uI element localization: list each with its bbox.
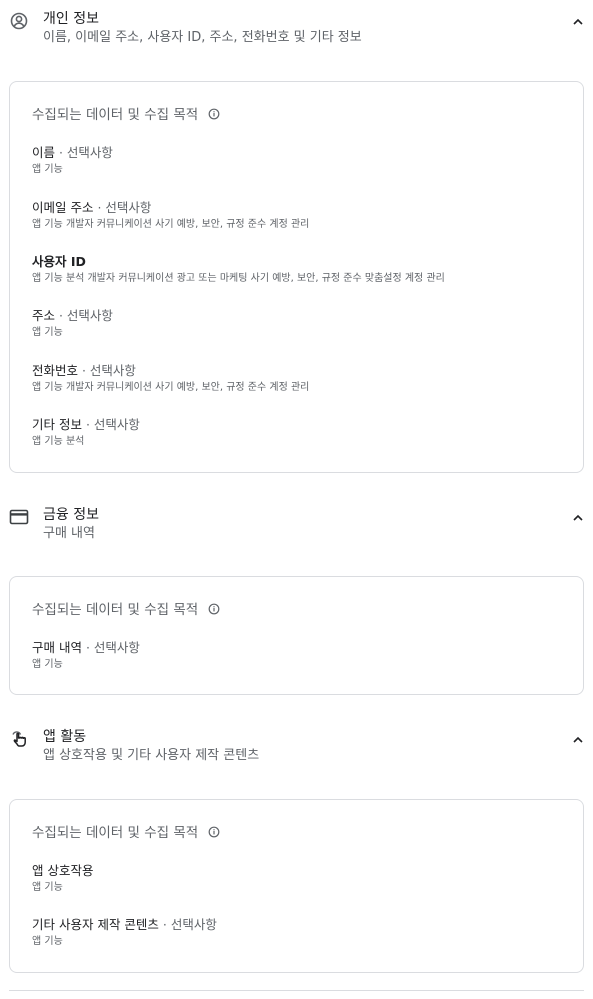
data-item-phone: 전화번호 · 선택사항 앱 기능 개발자 커뮤니케이션 사기 예방, 보안, 규… (32, 362, 572, 396)
section-header-financial-info[interactable]: 금융 정보 구매 내역 (0, 505, 593, 553)
item-purposes: 앱 기능 (32, 327, 63, 338)
info-icon[interactable] (208, 824, 220, 838)
item-purposes: 앱 기능 (32, 936, 63, 947)
data-item-other-user-content: 기타 사용자 제작 콘텐츠 · 선택사항 앱 기능 (32, 916, 572, 950)
info-icon[interactable] (208, 106, 220, 120)
divider (9, 990, 584, 991)
section-subtitle: 앱 상호작용 및 기타 사용자 제작 콘텐츠 (43, 748, 260, 763)
touch-app-icon (9, 729, 29, 749)
section-header-personal-info[interactable]: 개인 정보 이름, 이메일 주소, 사용자 ID, 주소, 전화번호 및 기타 … (0, 9, 593, 57)
chevron-up-icon[interactable] (569, 13, 587, 31)
section-title: 앱 활동 (43, 729, 87, 745)
data-item-other-info: 기타 정보 · 선택사항 앱 기능 분석 (32, 416, 572, 450)
data-collected-card-personal-info: 수집되는 데이터 및 수집 목적 이름 · 선택사항 앱 기능 이메일 주소 ·… (9, 81, 584, 473)
item-purposes: 앱 기능 (32, 164, 63, 175)
section-subtitle: 구매 내역 (43, 526, 95, 541)
data-item-address: 주소 · 선택사항 앱 기능 (32, 307, 572, 341)
chevron-up-icon[interactable] (569, 509, 587, 527)
section-title: 금융 정보 (43, 507, 99, 523)
credit-card-icon (9, 507, 29, 527)
item-purposes: 앱 기능 분석 개발자 커뮤니케이션 광고 또는 마케팅 사기 예방, 보안, … (32, 273, 445, 284)
data-collected-card-app-activity: 수집되는 데이터 및 수집 목적 앱 상호작용 앱 기능 기타 사용자 제작 콘… (9, 799, 584, 973)
card-heading: 수집되는 데이터 및 수집 목적 (32, 823, 220, 843)
item-purposes: 앱 기능 (32, 659, 63, 670)
data-item-app-interactions: 앱 상호작용 앱 기능 (32, 862, 572, 896)
data-item-name: 이름 · 선택사항 앱 기능 (32, 144, 572, 178)
item-purposes: 앱 기능 (32, 882, 63, 893)
info-icon[interactable] (208, 601, 220, 615)
data-collected-card-financial-info: 수집되는 데이터 및 수집 목적 구매 내역 · 선택사항 앱 기능 (9, 576, 584, 695)
item-purposes: 앱 기능 개발자 커뮤니케이션 사기 예방, 보안, 규정 준수 계정 관리 (32, 219, 310, 230)
item-purposes: 앱 기능 개발자 커뮤니케이션 사기 예방, 보안, 규정 준수 계정 관리 (32, 382, 310, 393)
card-heading: 수집되는 데이터 및 수집 목적 (32, 105, 220, 125)
section-header-app-activity[interactable]: 앱 활동 앱 상호작용 및 기타 사용자 제작 콘텐츠 (0, 727, 593, 775)
card-heading: 수집되는 데이터 및 수집 목적 (32, 600, 220, 620)
section-title: 개인 정보 (43, 11, 99, 27)
item-purposes: 앱 기능 분석 (32, 436, 85, 447)
account-circle-icon (9, 11, 29, 31)
section-subtitle: 이름, 이메일 주소, 사용자 ID, 주소, 전화번호 및 기타 정보 (43, 30, 362, 45)
data-item-purchase-history: 구매 내역 · 선택사항 앱 기능 (32, 639, 572, 673)
chevron-up-icon[interactable] (569, 731, 587, 749)
data-item-email: 이메일 주소 · 선택사항 앱 기능 개발자 커뮤니케이션 사기 예방, 보안,… (32, 199, 572, 233)
data-item-user-id: 사용자 ID 앱 기능 분석 개발자 커뮤니케이션 광고 또는 마케팅 사기 예… (32, 253, 572, 287)
